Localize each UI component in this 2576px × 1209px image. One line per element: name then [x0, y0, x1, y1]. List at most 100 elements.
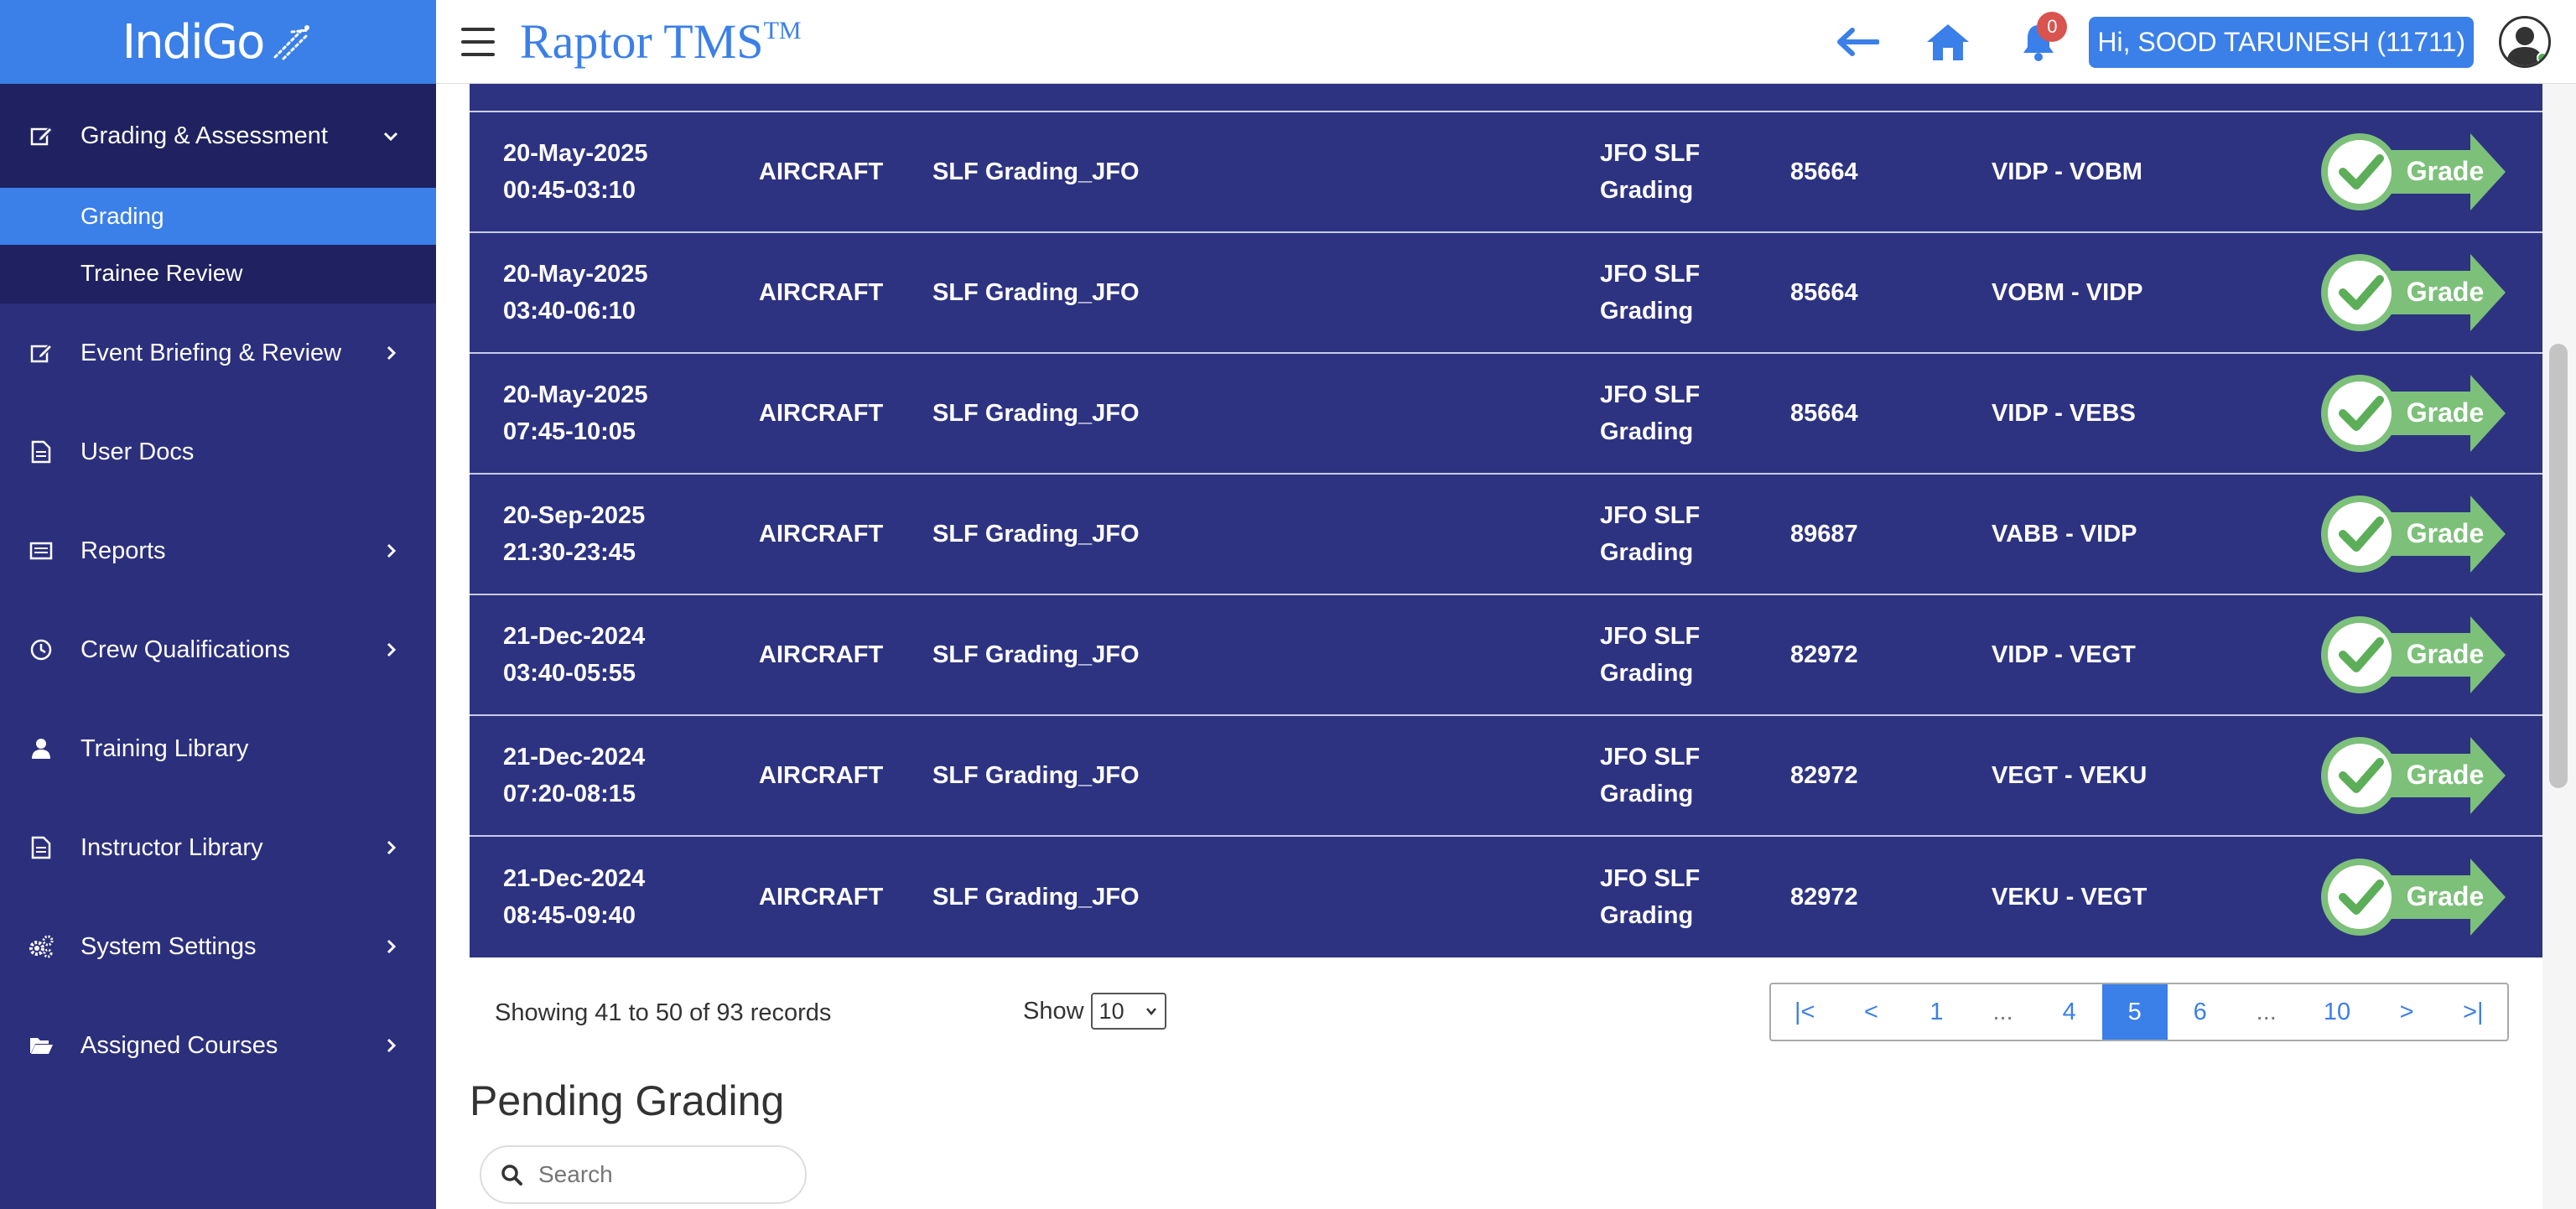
chevron-down-icon [1145, 1008, 1156, 1015]
table-row: 20-Sep-2025 21:30-23:45 AIRCRAFT SLF Grad… [470, 475, 2542, 595]
event-name: SLF Grading_JFO [932, 279, 1140, 306]
sidebar-item-label: Assigned Courses [80, 1031, 278, 1059]
grade-button[interactable]: Grade [2319, 732, 2509, 819]
user-menu-button[interactable]: Hi, SOOD TARUNESH (11711) [2089, 16, 2474, 68]
grade-arrow-icon: Grade [2321, 254, 2506, 331]
route: VIDP - VOBM [1992, 158, 2142, 185]
event-datetime: 21-Dec-2024 08:45-09:40 [503, 865, 646, 929]
route: VIDP - VEGT [1992, 641, 2136, 668]
grade-label: Grade [2407, 760, 2484, 790]
edit-icon [29, 340, 54, 366]
show-label: Show [1023, 997, 1084, 1025]
hamburger-menu-icon[interactable] [461, 27, 495, 56]
event-description: JFO SLF Grading [1600, 140, 1701, 204]
chevron-down-icon [383, 132, 398, 142]
sidebar-item-grading-assessment[interactable]: Grading & Assessment [0, 84, 436, 188]
sidebar-item-reports[interactable]: Reports [0, 501, 436, 600]
grade-arrow-icon: Grade [2321, 133, 2506, 210]
sidebar-item-label: Reports [80, 537, 166, 564]
chevron-right-icon [387, 642, 397, 657]
page-first[interactable]: |< [1771, 984, 1838, 1040]
table-row: 20-May-2025 07:45-10:05 AIRCRAFT SLF Grad… [470, 354, 2542, 475]
event-name: SLF Grading_JFO [932, 521, 1140, 547]
page-size-select[interactable]: 10 [1090, 993, 1166, 1030]
event-description: JFO SLF Grading [1600, 261, 1701, 324]
grade-arrow-icon: Grade [2321, 496, 2506, 573]
grade-arrow-icon: Grade [2321, 616, 2506, 693]
event-description: JFO SLF Grading [1600, 381, 1701, 445]
gears-icon [29, 934, 54, 959]
flight-number: 82972 [1790, 641, 1858, 668]
page-ellipsis: ... [2256, 998, 2277, 1025]
brand-logo[interactable]: IndiGo [0, 0, 436, 84]
top-header: Raptor TMSTM 0 Hi, SOOD TARUNESH (11711) [436, 0, 2576, 84]
grade-button[interactable]: Grade [2319, 128, 2509, 215]
page-next[interactable]: > [2374, 984, 2439, 1040]
page-1[interactable]: 1 [1903, 984, 1969, 1040]
notification-count-badge: 0 [2037, 12, 2068, 42]
edit-icon [29, 123, 54, 148]
grade-button[interactable]: Grade [2319, 249, 2509, 336]
vertical-scrollbar[interactable] [2542, 84, 2576, 1209]
page-10[interactable]: 10 [2300, 984, 2374, 1040]
grade-button[interactable]: Grade [2319, 370, 2509, 457]
grade-button[interactable]: Grade [2319, 611, 2509, 698]
page-6[interactable]: 6 [2168, 984, 2233, 1040]
event-type: AIRCRAFT [759, 884, 884, 911]
trademark-mark: TM [763, 17, 802, 44]
sidebar-item-label: Instructor Library [80, 833, 263, 861]
sidebar-item-assigned-courses[interactable]: Assigned Courses [0, 996, 436, 1095]
event-description: JFO SLF Grading [1600, 502, 1701, 566]
event-name: SLF Grading_JFO [932, 641, 1140, 668]
page-prev[interactable]: < [1838, 984, 1903, 1040]
chevron-right-icon [387, 840, 397, 855]
event-type: AIRCRAFT [759, 158, 884, 185]
sidebar-item-event-briefing[interactable]: Event Briefing & Review [0, 304, 436, 402]
online-status-dot [2537, 52, 2548, 64]
notification-bell-icon[interactable]: 0 [2015, 12, 2068, 65]
page-5-current[interactable]: 5 [2101, 984, 2168, 1040]
grading-table: 20-May-2025 00:45-03:10 AIRCRAFT SLF Grad… [470, 84, 2542, 957]
grade-button[interactable]: Grade [2319, 490, 2509, 578]
brand-name: IndiGo [122, 14, 266, 70]
sidebar-item-user-docs[interactable]: User Docs [0, 402, 436, 501]
section-title: Pending Grading [470, 1077, 785, 1124]
page-4[interactable]: 4 [2037, 984, 2102, 1040]
grade-button[interactable]: Grade [2319, 854, 2509, 941]
flight-number: 85664 [1790, 158, 1858, 185]
sidebar-item-label: System Settings [80, 932, 257, 960]
sidebar-item-label: Crew Qualifications [80, 636, 290, 663]
clock-icon [29, 637, 54, 662]
route: VOBM - VIDP [1992, 279, 2143, 306]
app-title: Raptor TMSTM [520, 14, 802, 69]
sidebar-subitem-grading[interactable]: Grading [0, 188, 436, 245]
event-type: AIRCRAFT [759, 279, 884, 306]
table-row: 21-Dec-2024 07:20-08:15 AIRCRAFT SLF Grad… [470, 716, 2542, 837]
grade-arrow-icon: Grade [2321, 375, 2506, 452]
home-icon[interactable] [1924, 18, 1971, 65]
page-last[interactable]: >| [2439, 984, 2506, 1040]
route: VABB - VIDP [1992, 521, 2137, 547]
sidebar-item-instructor-library[interactable]: Instructor Library [0, 798, 436, 897]
sidebar-subitem-trainee-review[interactable]: Trainee Review [0, 245, 436, 302]
event-type: AIRCRAFT [759, 762, 884, 789]
flight-number: 85664 [1790, 400, 1858, 427]
grade-label: Grade [2407, 518, 2484, 548]
event-type: AIRCRAFT [759, 641, 884, 668]
records-summary: Showing 41 to 50 of 93 records [495, 999, 832, 1026]
plane-logo-icon [273, 25, 310, 60]
avatar[interactable] [2499, 16, 2551, 68]
sidebar-item-training-library[interactable]: Training Library [0, 699, 436, 798]
sidebar-item-crew-qualifications[interactable]: Crew Qualifications [0, 600, 436, 699]
event-datetime: 21-Dec-2024 03:40-05:55 [503, 623, 646, 687]
chevron-right-icon [387, 939, 397, 954]
search-input[interactable] [538, 1161, 790, 1188]
grade-label: Grade [2407, 156, 2484, 186]
grade-label: Grade [2407, 397, 2484, 428]
event-description: JFO SLF Grading [1600, 744, 1701, 807]
scrollbar-thumb[interactable] [2549, 344, 2568, 788]
sidebar-item-system-settings[interactable]: System Settings [0, 897, 436, 996]
event-name: SLF Grading_JFO [932, 762, 1140, 789]
back-arrow-icon[interactable] [1834, 18, 1881, 65]
document-icon [29, 835, 54, 860]
